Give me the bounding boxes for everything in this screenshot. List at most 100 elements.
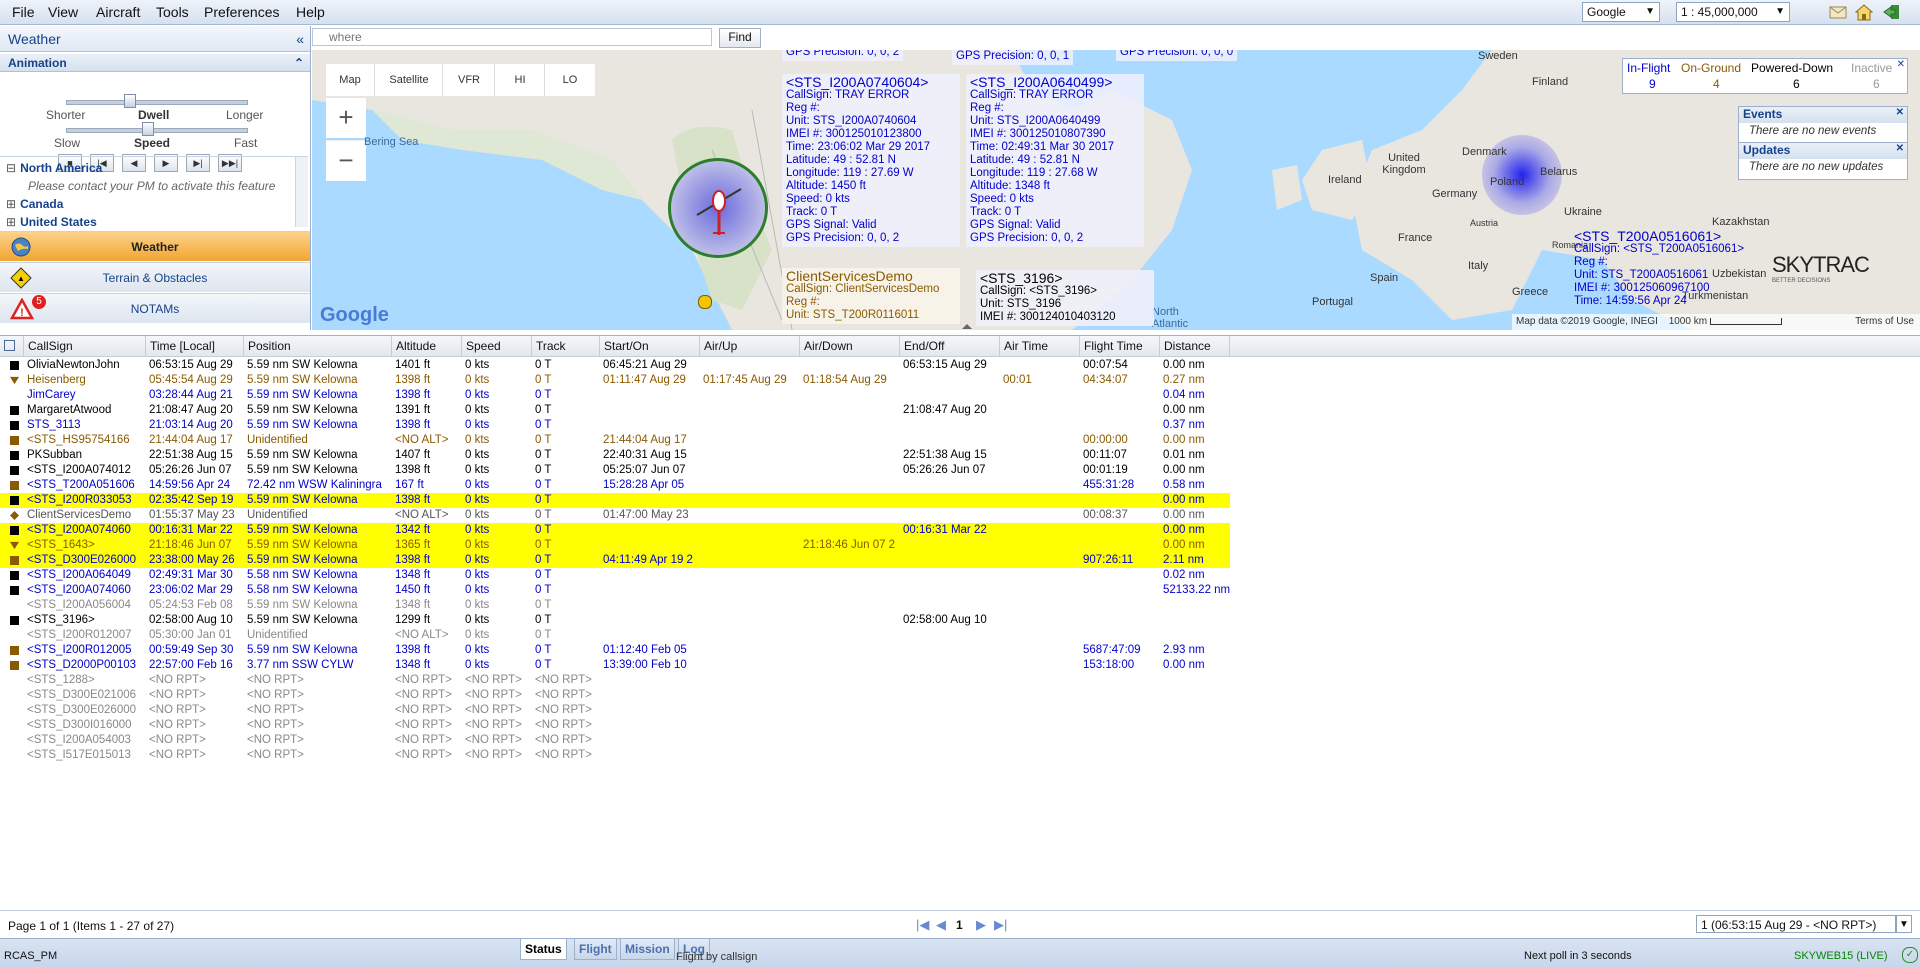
tree-item-canada[interactable]: ⊞ Canada	[0, 197, 296, 211]
menu-file[interactable]: File	[12, 4, 35, 20]
tree-scrollbar[interactable]	[295, 157, 308, 227]
table-row[interactable]: <STS_I200A054003 <NO RPT> <NO RPT> <NO RPT>…	[0, 733, 1230, 748]
prev-page-icon[interactable]: ◀	[936, 917, 946, 933]
table-row[interactable]: <STS_D2000P00103 22:57:00 Feb 16 3.77 nm S…	[0, 658, 1230, 673]
logout-icon[interactable]	[1882, 2, 1902, 22]
first-page-icon[interactable]: |◀	[916, 917, 929, 933]
tab-flight[interactable]: Flight	[574, 939, 617, 960]
table-row[interactable]: <STS_1288> <NO RPT> <NO RPT> <NO RPT> <NO RP…	[0, 673, 1230, 688]
table-row[interactable]: <STS_3196> 02:58:00 Aug 10 5.59 nm SW Kelo…	[0, 613, 1230, 628]
column-header[interactable]: Speed	[462, 336, 532, 356]
aircraft-popup-I200A0640499[interactable]: <STS_I200A0640499> CallSign: TRAY ERROR Re…	[966, 74, 1144, 247]
tree-item-north-america[interactable]: ⊟ North America	[0, 161, 296, 175]
table-row[interactable]: <STS_D300I016000 <NO RPT> <NO RPT> <NO RPT>…	[0, 718, 1230, 733]
column-header[interactable]: Time [Local]	[146, 336, 244, 356]
aircraft-popup-I200A0740604[interactable]: <STS_I200A0740604> CallSign: TRAY ERROR Re…	[782, 74, 960, 247]
table-row[interactable]: <STS_D300E026000 <NO RPT> <NO RPT> <NO RPT>…	[0, 703, 1230, 718]
mail-icon[interactable]	[1828, 2, 1848, 22]
find-button[interactable]: Find	[719, 28, 761, 48]
column-header[interactable]: Flight Time	[1080, 336, 1160, 356]
table-row[interactable]: ClientServicesDemo 01:55:37 May 23 Unident…	[0, 508, 1230, 523]
column-header[interactable]: Track	[532, 336, 600, 356]
last-page-icon[interactable]: ▶|	[994, 917, 1007, 933]
maptype-lo-button[interactable]: LO	[544, 64, 595, 96]
aircraft-popup-3196[interactable]: <STS_3196> CallSign: <STS_3196> Unit: STS_…	[976, 270, 1154, 326]
maptype-satellite-button[interactable]: Satellite	[374, 64, 443, 96]
menu-help[interactable]: Help	[296, 4, 325, 20]
location-marker[interactable]	[698, 295, 712, 309]
where-input[interactable]	[312, 28, 712, 46]
tab-status[interactable]: Status	[520, 939, 567, 960]
maptype-hi-button[interactable]: HI	[494, 64, 545, 96]
terms-link[interactable]: Terms of Use	[1855, 314, 1914, 330]
table-row[interactable]: MargaretAtwood 21:08:47 Aug 20 5.59 nm SW …	[0, 403, 1230, 418]
column-header[interactable]: CallSign	[24, 336, 146, 356]
table-row[interactable]: <STS_I200R012005 00:59:49 Sep 30 5.59 nm S…	[0, 643, 1230, 658]
table-row[interactable]: <STS_D300E021006 <NO RPT> <NO RPT> <NO RPT>…	[0, 688, 1230, 703]
column-header[interactable]: End/Off	[900, 336, 1000, 356]
aircraft-cluster-marker[interactable]	[668, 158, 768, 258]
chevron-down-icon[interactable]: ▼	[1896, 915, 1912, 933]
speed-slider[interactable]	[66, 128, 248, 133]
column-header[interactable]: Distance	[1160, 336, 1230, 356]
column-header[interactable]: Position	[244, 336, 392, 356]
dwell-slider[interactable]	[66, 100, 248, 105]
next-page-icon[interactable]: ▶	[976, 917, 986, 933]
table-row[interactable]: <STS_I200A074060 00:16:31 Mar 22 5.59 nm S…	[0, 523, 1230, 538]
current-page[interactable]: 1	[956, 918, 963, 932]
home-icon[interactable]	[1854, 2, 1874, 22]
table-row[interactable]: <STS_HS95754166 21:44:04 Aug 17 Unidentifi…	[0, 433, 1230, 448]
animation-section-header[interactable]: Animation ⌃	[0, 54, 310, 72]
table-row[interactable]: <STS_I200A056004 05:24:53 Feb 08 5.59 nm S…	[0, 598, 1230, 613]
zoom-in-button[interactable]: +	[326, 98, 366, 138]
menu-tools[interactable]: Tools	[156, 4, 189, 20]
table-row[interactable]: <STS_I200R012007 05:30:00 Jan 01 Unidentif…	[0, 628, 1230, 643]
collapse-icon[interactable]: «	[296, 26, 304, 52]
table-row[interactable]: <STS_I517E015013 <NO RPT> <NO RPT> <NO RPT>…	[0, 748, 1230, 763]
expand-icon[interactable]: ⊞	[6, 197, 16, 211]
splitter-handle-icon[interactable]	[962, 324, 972, 329]
table-row[interactable]: <STS_I200A074060 23:06:02 Mar 29 5.58 nm S…	[0, 583, 1230, 598]
speed-slider-thumb[interactable]	[142, 122, 154, 136]
tree-item-united-states[interactable]: ⊞ United States	[0, 215, 296, 227]
table-row[interactable]: <STS_D300E026000 23:38:00 May 26 5.59 nm S…	[0, 553, 1230, 568]
column-header[interactable]: Air/Up	[700, 336, 800, 356]
collapse-icon[interactable]: ⊟	[6, 161, 16, 175]
dwell-slider-thumb[interactable]	[124, 94, 136, 108]
expand-icon[interactable]: ⊞	[6, 215, 16, 227]
map-provider-select[interactable]: Google ▼	[1582, 2, 1660, 22]
table-row[interactable]: <STS_T200A051606 14:59:56 Apr 24 72.42 nm …	[0, 478, 1230, 493]
table-row[interactable]: PKSubban 22:51:38 Aug 15 5.59 nm SW Kelown…	[0, 448, 1230, 463]
table-row[interactable]: OliviaNewtonJohn 06:53:15 Aug 29 5.59 nm S…	[0, 358, 1230, 373]
table-row[interactable]: <STS_1643> 21:18:46 Jun 07 5.59 nm SW Kelo…	[0, 538, 1230, 553]
maptype-vfr-button[interactable]: VFR	[442, 64, 495, 96]
layer-notams-button[interactable]: ! 5 NOTAMs	[0, 293, 310, 323]
close-icon[interactable]: ✕	[1896, 143, 1904, 154]
table-row[interactable]: <STS_I200R033053 02:35:42 Sep 19 5.59 nm S…	[0, 493, 1230, 508]
close-icon[interactable]: ✕	[1896, 107, 1904, 118]
select-all-checkbox[interactable]	[0, 336, 24, 356]
close-icon[interactable]: ✕	[1897, 59, 1905, 70]
map-view[interactable]: Map Satellite VFR HI LO + − Bering Sea S…	[312, 50, 1920, 330]
column-header[interactable]: Start/On	[600, 336, 700, 356]
table-row[interactable]: <STS_I200A064049 02:49:31 Mar 30 5.58 nm S…	[0, 568, 1230, 583]
table-row[interactable]: <STS_I200A074012 05:26:26 Jun 07 5.59 nm S…	[0, 463, 1230, 478]
maptype-map-button[interactable]: Map	[326, 64, 374, 96]
column-header[interactable]: Altitude	[392, 336, 462, 356]
layer-weather-button[interactable]: Weather	[0, 231, 310, 261]
page-range-select[interactable]: 1 (06:53:15 Aug 29 - <NO RPT>)	[1696, 915, 1896, 933]
menu-preferences[interactable]: Preferences	[204, 4, 279, 20]
menu-view[interactable]: View	[48, 4, 78, 20]
scale-select[interactable]: 1 : 45,000,000 ▼	[1676, 2, 1790, 22]
menu-aircraft[interactable]: Aircraft	[96, 4, 140, 20]
layer-terrain-button[interactable]: ▲ Terrain & Obstacles	[0, 262, 310, 292]
column-header[interactable]: Air Time	[1000, 336, 1080, 356]
chevron-up-icon[interactable]: ⌃	[294, 54, 304, 72]
table-row[interactable]: Heisenberg 05:45:54 Aug 29 5.59 nm SW Kelo…	[0, 373, 1230, 388]
aircraft-popup-T200A0516061[interactable]: <STS_T200A0516061> CallSign: <STS_T200A05…	[1570, 228, 1758, 310]
column-header[interactable]: Air/Down	[800, 336, 900, 356]
aircraft-popup-clientservicesdemo[interactable]: ClientServicesDemo CallSign: ClientServic…	[782, 268, 960, 324]
tab-mission[interactable]: Mission	[620, 939, 675, 960]
zoom-out-button[interactable]: −	[326, 140, 366, 181]
table-row[interactable]: JimCarey 03:28:44 Aug 21 5.59 nm SW Kelown…	[0, 388, 1230, 403]
